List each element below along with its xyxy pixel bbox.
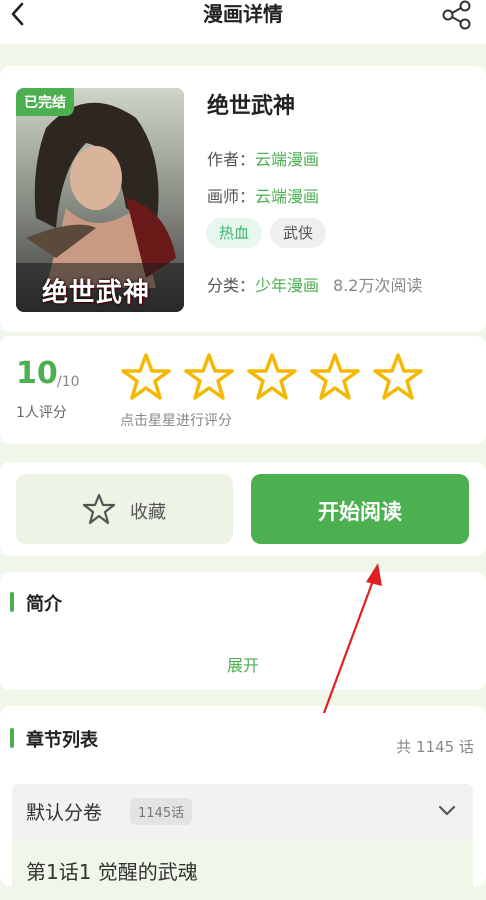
star-icon[interactable] — [183, 352, 235, 402]
top-bar: 漫画详情 — [0, 0, 486, 44]
star-icon[interactable] — [246, 352, 298, 402]
section-indicator — [10, 592, 14, 612]
artist-row: 画师：云端漫画 — [207, 183, 319, 207]
comic-title: 绝世武神 — [207, 94, 296, 119]
star-outline-icon — [82, 493, 116, 525]
status-badge: 已完结 — [16, 88, 74, 116]
star-icon[interactable] — [120, 352, 172, 402]
expand-button[interactable]: 展开 — [0, 652, 486, 676]
author-row: 作者：云端漫画 — [207, 146, 319, 170]
chapter-total: 共 1145 话 — [396, 738, 474, 756]
author-link[interactable]: 云端漫画 — [255, 150, 319, 169]
star-icon[interactable] — [309, 352, 361, 402]
page-title: 漫画详情 — [203, 2, 283, 26]
cover-title-text: 绝世武神 — [42, 278, 151, 308]
category-row: 分类：少年漫画 8.2万次阅读 — [207, 272, 422, 296]
chapter-list-title: 章节列表 — [26, 730, 98, 751]
chapter-item[interactable]: 第1话1 觉醒的武魂 — [12, 840, 473, 900]
tag-hot-blood[interactable]: 热血 — [206, 218, 263, 248]
intro-title: 简介 — [26, 594, 62, 615]
rating-card: 10 /10 1人评分 点击星星进行评分 — [0, 336, 486, 444]
chapter-list-card: 章节列表 共 1145 话 默认分卷 1145话 第1话1 觉醒的武魂 — [0, 706, 486, 900]
intro-card: 简介 展开 — [0, 572, 486, 690]
chevron-down-icon — [438, 805, 456, 816]
tag-martial-arts[interactable]: 武侠 — [270, 218, 327, 248]
rating-score: 10 — [16, 356, 58, 391]
star-rating — [120, 352, 430, 406]
section-indicator — [10, 728, 14, 748]
start-reading-label: 开始阅读 — [318, 500, 402, 524]
artist-link[interactable]: 云端漫画 — [255, 187, 319, 206]
start-reading-button[interactable]: 开始阅读 — [251, 474, 469, 544]
favorite-label: 收藏 — [130, 502, 166, 523]
read-count: 8.2万次阅读 — [333, 276, 423, 295]
volume-selector[interactable]: 默认分卷 1145话 — [12, 784, 473, 840]
volume-count-badge: 1145话 — [130, 798, 193, 825]
favorite-button[interactable]: 收藏 — [16, 474, 233, 544]
comic-cover-image[interactable]: 已完结 绝世武神 — [16, 88, 184, 312]
category-link[interactable]: 少年漫画 — [255, 276, 319, 295]
artist-label: 画师： — [207, 187, 256, 206]
category-label: 分类： — [207, 276, 256, 295]
author-label: 作者： — [207, 150, 256, 169]
comic-info-card: 已完结 绝世武神 绝世武神 作者：云端漫画 画师：云端漫画 热血 武侠 分类：少… — [0, 66, 486, 332]
rating-hint: 点击星星进行评分 — [120, 413, 232, 429]
volume-name: 默认分卷 — [26, 802, 103, 824]
rating-count: 1人评分 — [16, 405, 67, 421]
action-card: 收藏 开始阅读 — [0, 462, 486, 556]
rating-max: /10 — [57, 374, 80, 390]
star-icon[interactable] — [372, 352, 424, 402]
chapter-title: 第1话1 觉醒的武魂 — [26, 860, 198, 884]
share-icon[interactable] — [440, 0, 474, 30]
